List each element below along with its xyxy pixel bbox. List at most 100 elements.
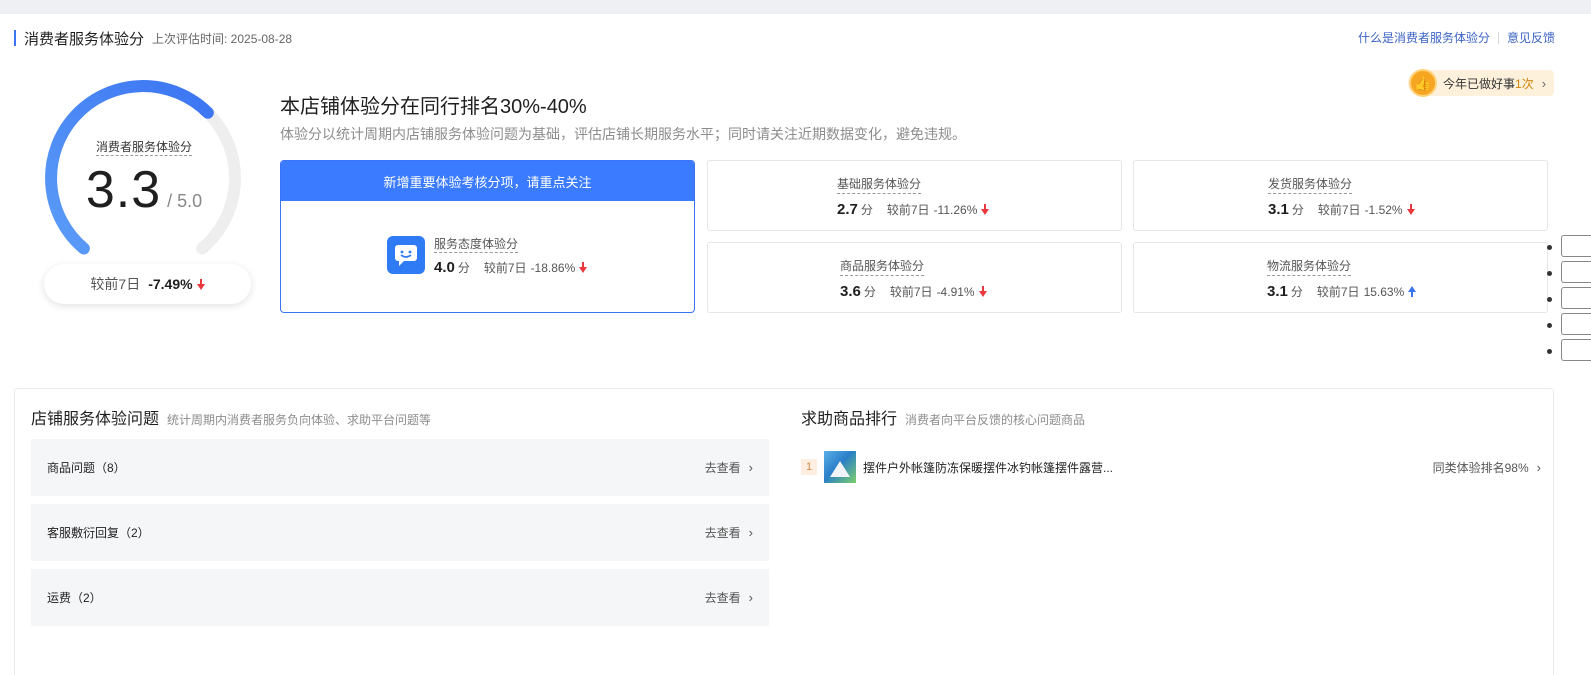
- sub-compare-value: 15.63%: [1363, 284, 1405, 299]
- sub-score-unit: 分: [1290, 285, 1303, 299]
- sub-compare-label: 较前7日: [886, 203, 930, 217]
- gauge-score: 3.3/ 5.0: [40, 160, 248, 220]
- feedback-link[interactable]: 意见反馈: [1507, 29, 1555, 46]
- header-links: 什么是消费者服务体验分 意见反馈: [1358, 29, 1555, 46]
- sub-score-number: 2.7: [837, 201, 858, 218]
- product-rank-text: 同类体验排名98%: [1432, 460, 1529, 475]
- side-widget-item[interactable]: [1541, 311, 1591, 337]
- view-issue-label: 去查看: [704, 461, 741, 475]
- gauge-compare-label: 较前7日: [90, 276, 141, 292]
- issue-label: 客服敷衍回复（2）: [47, 526, 150, 540]
- focus-card-header: 新增重要体验考核分项，请重点关注: [281, 161, 694, 201]
- good-deeds-badge[interactable]: 👍 今年已做好事 1次 ›: [1408, 69, 1554, 97]
- sub-score-name[interactable]: 发货服务体验分: [1268, 175, 1353, 194]
- bullet-icon: [1547, 245, 1552, 250]
- view-issue-label: 去查看: [704, 526, 741, 540]
- bullet-icon: [1547, 297, 1552, 302]
- sub-score-unit: 分: [860, 203, 873, 217]
- view-issue-link[interactable]: 去查看 ›: [705, 459, 753, 476]
- trend-down-icon: [981, 204, 990, 215]
- chevron-right-icon: ›: [748, 590, 753, 605]
- chat-smile-icon: [387, 236, 425, 274]
- side-widget-item[interactable]: [1541, 285, 1591, 311]
- side-widget-list: [1541, 233, 1591, 363]
- issue-row[interactable]: 客服敷衍回复（2） 去查看 ›: [31, 504, 769, 561]
- page-title: 消费者服务体验分: [24, 30, 145, 48]
- side-widget-item[interactable]: [1541, 233, 1591, 259]
- view-issue-link[interactable]: 去查看 ›: [705, 589, 753, 606]
- sub-score-card: 基础服务体验分 2.7 分 较前7日 -11.26%: [707, 160, 1122, 231]
- sub-compare-value: -11.26%: [933, 202, 978, 217]
- side-widget-box[interactable]: [1561, 287, 1591, 309]
- score-description: 体验分以统计周期内店铺服务体验问题为基础，评估店铺长期服务水平；同时请关注近期数…: [280, 126, 966, 142]
- sub-compare-label: 较前7日: [1316, 285, 1360, 299]
- trend-down-icon: [196, 278, 205, 290]
- rank-heading: 本店铺体验分在同行排名30%-40%: [280, 96, 587, 118]
- bottom-panel: 店铺服务体验问题 统计周期内消费者服务负向体验、求助平台问题等 商品问题（8） …: [14, 388, 1554, 675]
- trend-down-icon: [579, 262, 588, 273]
- focus-score-number: 4.0: [434, 259, 455, 276]
- link-divider: [1497, 31, 1499, 44]
- side-widget-box[interactable]: [1561, 313, 1591, 335]
- side-widget-box[interactable]: [1561, 235, 1591, 257]
- good-deeds-count: 1次: [1515, 76, 1534, 91]
- score-gauge: 消费者服务体验分 3.3/ 5.0: [40, 76, 248, 256]
- trend-down-icon: [1406, 204, 1415, 215]
- focus-score-unit: 分: [457, 261, 470, 275]
- last-eval-time: 上次评估时间: 2025-08-28: [152, 31, 293, 46]
- sub-score-number: 3.6: [840, 283, 861, 300]
- issue-label: 运费（2）: [47, 591, 102, 605]
- focus-score-name[interactable]: 服务态度体验分: [434, 235, 519, 253]
- top-strip: [0, 0, 1591, 14]
- side-widget-item[interactable]: [1541, 259, 1591, 285]
- product-thumbnail: [824, 451, 856, 483]
- issue-row[interactable]: 运费（2） 去查看 ›: [31, 569, 769, 626]
- what-is-score-link[interactable]: 什么是消费者服务体验分: [1358, 29, 1490, 46]
- issues-title: 店铺服务体验问题: [31, 411, 160, 428]
- issues-subtitle: 统计周期内消费者服务负向体验、求助平台问题等: [167, 413, 432, 427]
- bullet-icon: [1547, 323, 1552, 328]
- product-name[interactable]: 摆件户外帐篷防冻保暖摆件冰钓帐篷摆件露营...: [863, 459, 1113, 476]
- issue-row[interactable]: 商品问题（8） 去查看 ›: [31, 439, 769, 496]
- sub-score-card: 发货服务体验分 3.1 分 较前7日 -1.52%: [1133, 160, 1548, 231]
- gauge-label[interactable]: 消费者服务体验分: [95, 140, 192, 156]
- sub-score-name[interactable]: 基础服务体验分: [837, 175, 922, 194]
- product-row[interactable]: 1 摆件户外帐篷防冻保暖摆件冰钓帐篷摆件露营... 同类体验排名98% ›: [801, 451, 1541, 483]
- focus-score-value-row: 4.0 分 较前7日 -18.86%: [434, 259, 588, 276]
- issues-panel-title: 店铺服务体验问题 统计周期内消费者服务负向体验、求助平台问题等: [31, 405, 431, 429]
- chevron-right-icon: ›: [748, 460, 753, 475]
- focus-card-body: 服务态度体验分 4.0 分 较前7日 -18.86%: [281, 201, 694, 312]
- sub-score-number: 3.1: [1267, 283, 1288, 300]
- sub-compare-label: 较前7日: [1317, 203, 1361, 217]
- sub-compare-value: -4.91%: [936, 284, 975, 299]
- sub-score-value-row: 3.1 分 较前7日 15.63%: [1267, 283, 1417, 300]
- products-title: 求助商品排行: [801, 411, 898, 428]
- issue-label: 商品问题（8）: [47, 461, 126, 475]
- sub-score-value-row: 3.1 分 较前7日 -1.52%: [1268, 201, 1415, 218]
- gauge-compare-value: -7.49%: [148, 276, 193, 292]
- sub-score-name[interactable]: 物流服务体验分: [1267, 257, 1352, 276]
- view-issue-label: 去查看: [704, 591, 741, 605]
- products-panel-title: 求助商品排行 消费者向平台反馈的核心问题商品: [801, 405, 1085, 429]
- chevron-right-icon: ›: [1536, 459, 1541, 475]
- focus-score-card: 新增重要体验考核分项，请重点关注 服务态度体验分 4.0 分 较前7日 -18.…: [280, 160, 695, 313]
- gauge-compare-pill: 较前7日 -7.49%: [44, 264, 251, 304]
- product-rank-index: 1: [801, 459, 817, 475]
- sub-score-name[interactable]: 商品服务体验分: [840, 257, 925, 276]
- side-widget-box[interactable]: [1561, 261, 1591, 283]
- bullet-icon: [1547, 349, 1552, 354]
- gauge-score-value: 3.3: [85, 161, 162, 219]
- product-rank-link[interactable]: 同类体验排名98% ›: [1433, 459, 1541, 476]
- view-issue-link[interactable]: 去查看 ›: [705, 524, 753, 541]
- focus-compare-label: 较前7日: [483, 261, 527, 275]
- page-header: 消费者服务体验分 上次评估时间: 2025-08-28: [14, 28, 292, 48]
- sub-score-card: 物流服务体验分 3.1 分 较前7日 15.63%: [1133, 242, 1548, 313]
- sub-score-unit: 分: [863, 285, 876, 299]
- chevron-right-icon: ›: [1541, 75, 1547, 91]
- sub-score-unit: 分: [1291, 203, 1304, 217]
- gauge-score-max: / 5.0: [167, 191, 203, 211]
- side-widget-item[interactable]: [1541, 337, 1591, 363]
- sub-score-value-row: 2.7 分 较前7日 -11.26%: [837, 201, 990, 218]
- trend-down-icon: [978, 286, 987, 297]
- side-widget-box[interactable]: [1561, 339, 1591, 361]
